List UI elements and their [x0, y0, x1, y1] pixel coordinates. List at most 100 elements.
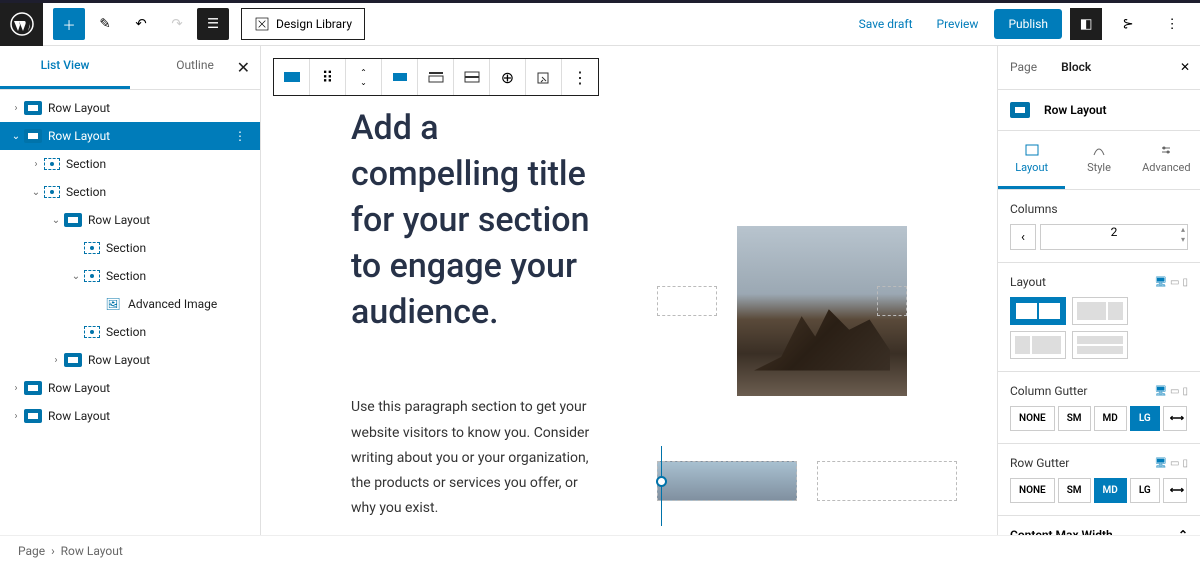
publish-button[interactable]: Publish: [994, 9, 1062, 39]
gutter-none[interactable]: NONE: [1010, 406, 1055, 431]
bt-align-full[interactable]: [382, 59, 418, 95]
columns-input[interactable]: 2: [1040, 224, 1188, 250]
layout-opt-left-wide[interactable]: [1072, 297, 1128, 325]
column-resizer-handle[interactable]: [656, 476, 667, 487]
section-title[interactable]: Add a compelling title for your section …: [351, 106, 597, 335]
row-icon: [24, 409, 42, 423]
edit-icon[interactable]: ✎: [89, 8, 121, 40]
block-name-header: Row Layout: [998, 90, 1200, 131]
block-tree: ›Row Layout⌄Row Layout⋮›Section⌄Section⌄…: [0, 90, 260, 434]
tablet-icon[interactable]: ▭: [1170, 458, 1179, 469]
desktop-icon[interactable]: 🖥: [1154, 458, 1167, 469]
tree-item-sec[interactable]: ›Section: [0, 150, 260, 178]
block-settings-panel: Page Block ✕ Row Layout Layout Style Adv…: [997, 46, 1200, 556]
list-view-toggle[interactable]: ☰: [197, 8, 229, 40]
tree-item-sec[interactable]: Section: [0, 234, 260, 262]
tab-list-view[interactable]: List View: [0, 46, 130, 89]
kadence-icon[interactable]: ⊱: [1112, 8, 1144, 40]
tree-item-row[interactable]: ›Row Layout: [0, 94, 260, 122]
bt-valign-mid[interactable]: [454, 59, 490, 95]
bt-move-icon[interactable]: ⌃⌄: [346, 59, 382, 95]
list-view-panel: List View Outline ✕ ›Row Layout⌄Row Layo…: [0, 46, 261, 556]
gutter-custom[interactable]: ⟷: [1163, 478, 1187, 503]
wordpress-logo[interactable]: [0, 3, 43, 46]
image-placeholder[interactable]: [657, 286, 717, 316]
tree-item-sec[interactable]: ⌄Section: [0, 178, 260, 206]
design-library-button[interactable]: Design Library: [241, 8, 365, 40]
layout-label: Layout: [1010, 275, 1046, 289]
tablet-icon[interactable]: ▭: [1170, 277, 1179, 288]
breadcrumb[interactable]: Page › Row Layout: [0, 535, 1200, 566]
undo-button[interactable]: ↶: [125, 8, 157, 40]
gutter-lg[interactable]: LG: [1130, 478, 1160, 503]
layout-opt-equal[interactable]: [1010, 297, 1066, 325]
row-icon: [64, 213, 82, 227]
columns-label: Columns: [1010, 202, 1188, 216]
gutter-none[interactable]: NONE: [1010, 478, 1055, 503]
row-gutter-label: Row Gutter: [1010, 456, 1069, 470]
tablet-icon[interactable]: ▭: [1170, 386, 1179, 397]
desktop-icon[interactable]: 🖥: [1154, 386, 1167, 397]
subtab-style[interactable]: Style: [1065, 131, 1132, 189]
tree-item-row[interactable]: ⌄Row Layout: [0, 206, 260, 234]
gutter-md[interactable]: MD: [1094, 478, 1127, 503]
bt-row-icon[interactable]: [274, 59, 310, 95]
row-icon: [64, 353, 82, 367]
tree-item-row[interactable]: ›Row Layout: [0, 346, 260, 374]
mobile-icon[interactable]: ▯: [1182, 386, 1188, 397]
close-icon[interactable]: ✕: [237, 58, 250, 77]
tab-page[interactable]: Page: [998, 46, 1049, 89]
gutter-lg[interactable]: LG: [1130, 406, 1160, 431]
bt-more-icon[interactable]: ⋮: [562, 59, 598, 95]
save-draft-link[interactable]: Save draft: [851, 11, 921, 37]
section-paragraph[interactable]: Use this paragraph section to get your w…: [351, 395, 597, 521]
columns-prev[interactable]: ‹: [1010, 224, 1036, 250]
editor-canvas[interactable]: ⠿ ⌃⌄ ⊕ ⋮ Add a compelling title for your…: [261, 46, 997, 556]
layout-opt-right-wide[interactable]: [1010, 331, 1066, 359]
sidebar-toggle[interactable]: ◧: [1070, 8, 1102, 40]
sec-icon: [84, 242, 100, 254]
subtab-layout[interactable]: Layout: [998, 131, 1065, 189]
gutter-sm[interactable]: SM: [1058, 406, 1091, 431]
layout-opt-stacked[interactable]: [1072, 331, 1128, 359]
tree-item-sec[interactable]: ⌄Section: [0, 262, 260, 290]
row-icon: [24, 101, 42, 115]
item-options-icon[interactable]: ⋮: [228, 129, 252, 143]
close-icon[interactable]: ✕: [1180, 60, 1190, 74]
topbar: ＋ ✎ ↶ ↷ ☰ Design Library Save draft Prev…: [0, 3, 1200, 46]
preview-link[interactable]: Preview: [929, 11, 987, 37]
sec-icon: [84, 326, 100, 338]
gutter-custom[interactable]: ⟷: [1163, 406, 1187, 431]
bt-valign-top[interactable]: [418, 59, 454, 95]
subtab-advanced[interactable]: Advanced: [1133, 131, 1200, 189]
library-icon: [254, 16, 270, 32]
row-icon: [24, 381, 42, 395]
tree-item-sec[interactable]: Section: [0, 318, 260, 346]
tree-item-row[interactable]: ›Row Layout: [0, 374, 260, 402]
mobile-icon[interactable]: ▯: [1182, 277, 1188, 288]
column-gutter-label: Column Gutter: [1010, 384, 1087, 398]
image-placeholder[interactable]: [817, 461, 957, 501]
sec-icon: [44, 158, 60, 170]
add-block-button[interactable]: ＋: [53, 8, 85, 40]
tree-item-row[interactable]: ›Row Layout: [0, 402, 260, 430]
image-placeholder[interactable]: [657, 461, 797, 501]
redo-button[interactable]: ↷: [161, 8, 193, 40]
sec-icon: [84, 270, 100, 282]
tree-item-row[interactable]: ⌄Row Layout⋮: [0, 122, 260, 150]
bt-add-col[interactable]: ⊕: [490, 59, 526, 95]
gutter-md[interactable]: MD: [1094, 406, 1127, 431]
row-icon: [24, 129, 42, 143]
mobile-icon[interactable]: ▯: [1182, 458, 1188, 469]
design-library-label: Design Library: [276, 17, 352, 31]
img-icon: 🖼: [104, 297, 122, 311]
bt-copy-icon[interactable]: [526, 59, 562, 95]
more-options-icon[interactable]: ⋮: [1156, 8, 1188, 40]
bt-drag-icon[interactable]: ⠿: [310, 59, 346, 95]
tab-block[interactable]: Block: [1049, 46, 1103, 89]
row-layout-icon: [1010, 102, 1030, 118]
desktop-icon[interactable]: 🖥: [1154, 277, 1167, 288]
gutter-sm[interactable]: SM: [1058, 478, 1091, 503]
image-placeholder[interactable]: [877, 286, 907, 316]
tree-item-img[interactable]: 🖼Advanced Image: [0, 290, 260, 318]
